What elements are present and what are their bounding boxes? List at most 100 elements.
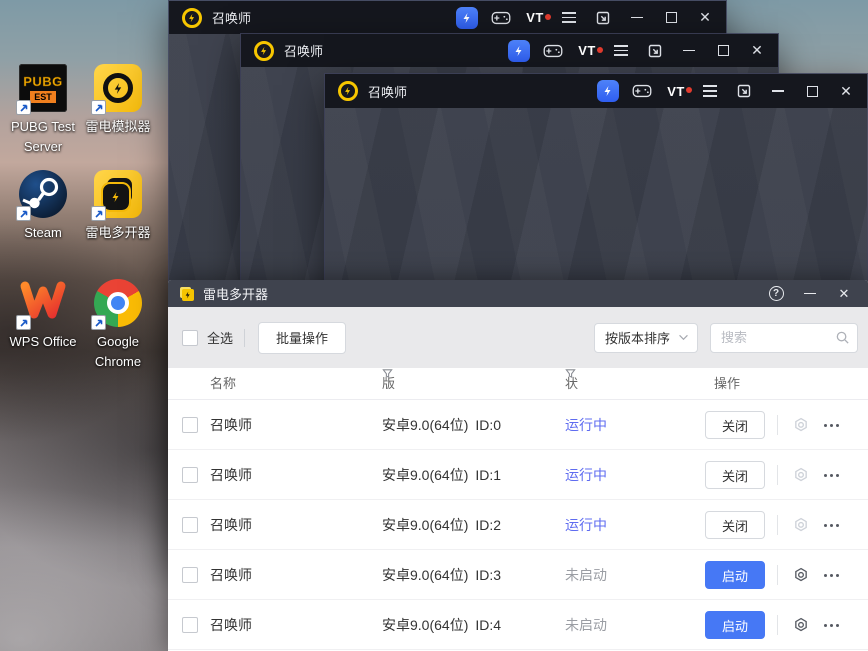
row-divider: [777, 465, 778, 485]
instance-name: 召唤师: [210, 417, 252, 433]
maximize-button[interactable]: [654, 1, 688, 34]
vt-button[interactable]: VT: [518, 1, 552, 34]
shrink-window-button[interactable]: [727, 75, 761, 108]
google-chrome-icon: [91, 279, 142, 330]
instance-name: 召唤师: [210, 517, 252, 533]
desktop-icon-ld-emulator[interactable]: 雷电模拟器: [81, 64, 155, 137]
instance-status: 未启动: [565, 617, 607, 633]
desktop-icon-ld-multiplayer[interactable]: 雷电多开器: [81, 170, 155, 243]
chevron-down-icon: [678, 334, 689, 341]
more-actions-icon[interactable]: [824, 574, 839, 577]
row-checkbox[interactable]: [182, 417, 198, 433]
maximize-button[interactable]: [706, 34, 740, 67]
row-checkbox[interactable]: [182, 567, 198, 583]
more-actions-icon[interactable]: [824, 424, 839, 427]
row-checkbox[interactable]: [182, 467, 198, 483]
desktop-icon-google-chrome[interactable]: Google Chrome: [81, 279, 155, 372]
header-name: 名称: [210, 376, 237, 391]
more-actions-icon[interactable]: [824, 474, 839, 477]
instance-row: 召唤师 安卓9.0(64位) ID:3 未启动 启动: [168, 550, 868, 600]
gamepad-button[interactable]: [625, 75, 659, 108]
steam-icon: [16, 170, 67, 221]
desktop-icon-label: 雷电模拟器: [85, 119, 151, 134]
vt-button[interactable]: VT: [659, 75, 693, 108]
shortcut-arrow-icon: [91, 100, 106, 115]
row-checkbox[interactable]: [182, 617, 198, 633]
shrink-window-button[interactable]: [586, 1, 620, 34]
instance-row: 召唤师 安卓9.0(64位) ID:1 运行中 关闭: [168, 450, 868, 500]
ldplayer-logo-icon: [338, 81, 358, 101]
filter-icon[interactable]: [382, 368, 393, 379]
instance-status: 运行中: [565, 417, 607, 433]
stop-instance-button[interactable]: 关闭: [705, 511, 765, 539]
instance-version: 安卓9.0(64位) ID:4: [382, 617, 502, 633]
batch-operation-button[interactable]: 批量操作: [258, 321, 347, 354]
filter-icon[interactable]: [565, 368, 576, 379]
boost-button[interactable]: [450, 1, 484, 34]
desktop-icon-wps-office[interactable]: WPS Office: [6, 279, 80, 352]
start-instance-button[interactable]: 启动: [705, 561, 765, 589]
more-actions-icon[interactable]: [824, 624, 839, 627]
pubg-art-text: PUBG: [23, 73, 63, 89]
instance-name: 召唤师: [210, 467, 252, 483]
more-actions-icon[interactable]: [824, 524, 839, 527]
desktop-icon-label: WPS Office: [9, 334, 77, 349]
shortcut-arrow-icon: [16, 315, 31, 330]
notification-dot: [544, 13, 551, 20]
instance-name: 召唤师: [210, 567, 252, 583]
lightning-icon: [508, 39, 530, 62]
instance-version: 安卓9.0(64位) ID:3: [382, 567, 502, 583]
ld-multiplayer-logo-icon: [179, 286, 195, 302]
settings-gear-icon[interactable]: [793, 467, 809, 483]
toolbar-divider: [244, 328, 246, 347]
instance-status: 运行中: [565, 517, 607, 533]
select-all-checkbox[interactable]: [182, 329, 198, 346]
stop-instance-button[interactable]: 关闭: [705, 461, 765, 489]
desktop-icon-steam[interactable]: Steam: [6, 170, 80, 243]
stop-instance-button[interactable]: 关闭: [705, 411, 765, 439]
instance-version: 安卓9.0(64位) ID:0: [382, 417, 502, 433]
close-button[interactable]: [688, 1, 722, 34]
instance-row: 召唤师 安卓9.0(64位) ID:0 运行中 关闭: [168, 400, 868, 450]
row-checkbox[interactable]: [182, 517, 198, 533]
boost-button[interactable]: [502, 34, 536, 67]
lightning-icon: [456, 6, 478, 29]
shrink-window-button[interactable]: [638, 34, 672, 67]
close-button[interactable]: [829, 75, 863, 108]
shortcut-arrow-icon: [16, 206, 31, 221]
sort-dropdown[interactable]: 按版本排序: [594, 322, 698, 353]
gamepad-button[interactable]: [484, 1, 518, 34]
gamepad-button[interactable]: [536, 34, 570, 67]
settings-gear-icon[interactable]: [793, 567, 809, 583]
minimize-button[interactable]: [761, 75, 795, 108]
search-box: [710, 322, 858, 353]
minimize-button[interactable]: [797, 280, 823, 307]
minimize-button[interactable]: [672, 34, 706, 67]
settings-gear-icon[interactable]: [793, 517, 809, 533]
vt-label: VT: [526, 10, 544, 25]
start-instance-button[interactable]: 启动: [705, 611, 765, 639]
row-divider: [777, 415, 778, 435]
instance-name: 召唤师: [210, 617, 252, 633]
desktop-icon-pubg-test-server[interactable]: PUBG EST PUBG Test Server: [6, 64, 80, 157]
desktop-icon-label: Steam: [24, 225, 62, 240]
instance-status: 未启动: [565, 567, 607, 583]
menu-button[interactable]: [604, 34, 638, 67]
emulator-window-title: 召唤师: [368, 84, 408, 100]
vt-button[interactable]: VT: [570, 34, 604, 67]
maximize-button[interactable]: [795, 75, 829, 108]
settings-gear-icon[interactable]: [793, 417, 809, 433]
help-icon: ?: [768, 286, 784, 301]
close-button[interactable]: [740, 34, 774, 67]
hamburger-icon: [703, 85, 717, 97]
settings-gear-icon[interactable]: [793, 617, 809, 633]
multiplayer-window-title: 雷电多开器: [203, 287, 269, 302]
boost-button[interactable]: [591, 75, 625, 108]
desktop: PUBG EST PUBG Test Server 雷电模拟器 Steam 雷电…: [0, 0, 868, 651]
menu-button[interactable]: [693, 75, 727, 108]
menu-button[interactable]: [552, 1, 586, 34]
help-button[interactable]: ?: [763, 280, 789, 307]
minimize-button[interactable]: [620, 1, 654, 34]
close-button[interactable]: [831, 280, 857, 307]
desktop-icon-label: Google Chrome: [94, 334, 142, 370]
